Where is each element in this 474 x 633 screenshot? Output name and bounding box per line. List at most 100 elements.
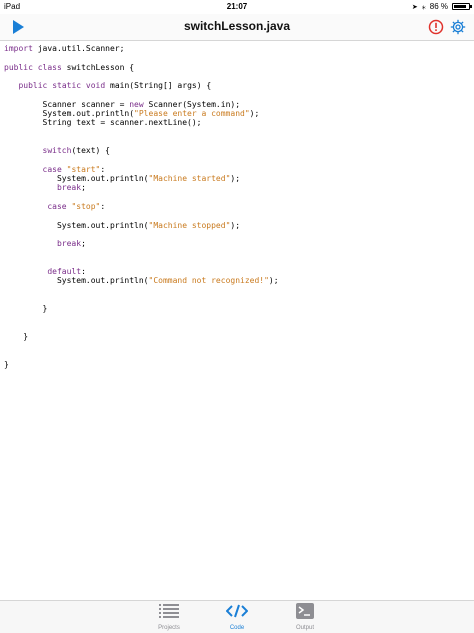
code-line[interactable]: break; bbox=[4, 239, 474, 248]
code-line[interactable]: import java.util.Scanner; bbox=[4, 44, 474, 53]
code-line[interactable] bbox=[4, 156, 474, 165]
code-token: java.util.Scanner; bbox=[32, 44, 125, 53]
code-line[interactable] bbox=[4, 314, 474, 323]
tab-code[interactable]: Code bbox=[212, 603, 262, 631]
code-line[interactable] bbox=[4, 137, 474, 146]
code-keyword: new bbox=[129, 99, 144, 109]
clock: 21:07 bbox=[226, 2, 248, 11]
code-line[interactable] bbox=[4, 211, 474, 220]
code-token: } bbox=[4, 304, 48, 314]
code-line[interactable]: System.out.println("Machine started"); bbox=[4, 174, 474, 183]
tab-output-label: Output bbox=[295, 625, 314, 631]
settings-button[interactable] bbox=[450, 19, 466, 35]
code-line[interactable] bbox=[4, 286, 474, 295]
code-line[interactable] bbox=[4, 258, 474, 267]
code-editor[interactable]: import java.util.Scanner; public class sw… bbox=[0, 41, 474, 599]
status-bar: iPad 21:07 ➤ ⁎ 86 % bbox=[0, 0, 474, 14]
code-text[interactable]: import java.util.Scanner; public class sw… bbox=[0, 41, 474, 369]
code-keyword: case bbox=[42, 164, 62, 174]
code-line[interactable] bbox=[4, 295, 474, 304]
code-token: : bbox=[81, 267, 86, 277]
code-keyword: break bbox=[56, 183, 82, 193]
code-string: "Machine stopped" bbox=[148, 220, 231, 230]
code-line[interactable]: } bbox=[4, 360, 474, 369]
battery-fill bbox=[454, 5, 467, 8]
battery-percent: 86 % bbox=[429, 2, 448, 11]
battery-icon bbox=[452, 3, 472, 10]
code-line[interactable]: String text = scanner.nextLine(); bbox=[4, 118, 474, 127]
code-string: "Machine started" bbox=[148, 174, 231, 184]
code-token: String text = scanner.nextLine(); bbox=[4, 118, 202, 128]
code-line[interactable]: public class switchLesson { bbox=[4, 63, 474, 72]
code-token: main(String[] args) { bbox=[105, 81, 212, 91]
code-token: System.out.println( bbox=[4, 276, 149, 286]
code-keyword: default bbox=[47, 267, 82, 277]
tab-projects-label: Projects bbox=[158, 625, 180, 631]
code-line[interactable] bbox=[4, 249, 474, 258]
file-title: switchLesson.java bbox=[183, 19, 291, 33]
code-icon bbox=[225, 604, 249, 618]
terminal-icon bbox=[296, 603, 314, 619]
code-line[interactable]: default: bbox=[4, 267, 474, 276]
code-token: System.out.println( bbox=[4, 174, 149, 184]
bluetooth-icon: ⁎ bbox=[421, 2, 426, 11]
code-keyword: import bbox=[4, 44, 33, 53]
gear-icon bbox=[450, 19, 466, 35]
code-line[interactable] bbox=[4, 128, 474, 137]
code-token: ); bbox=[230, 174, 241, 184]
code-line[interactable] bbox=[4, 323, 474, 332]
code-line[interactable]: case "stop": bbox=[4, 202, 474, 211]
code-token: : bbox=[100, 202, 106, 212]
code-line[interactable] bbox=[4, 72, 474, 81]
tab-code-label: Code bbox=[229, 625, 245, 631]
code-line[interactable]: switch(text) { bbox=[4, 146, 474, 155]
code-keyword: break bbox=[56, 239, 82, 249]
code-keyword: switch bbox=[42, 146, 72, 156]
code-line[interactable] bbox=[4, 193, 474, 202]
code-token: ); bbox=[230, 220, 241, 230]
code-keyword: static bbox=[52, 81, 82, 91]
code-line[interactable]: break; bbox=[4, 183, 474, 192]
code-keyword: public bbox=[4, 62, 33, 72]
code-line[interactable]: System.out.println("Please enter a comma… bbox=[4, 109, 474, 118]
code-line[interactable] bbox=[4, 342, 474, 351]
status-right: ➤ ⁎ 86 % bbox=[411, 2, 472, 11]
tab-output[interactable]: Output bbox=[280, 603, 330, 631]
code-line[interactable] bbox=[4, 230, 474, 239]
warning-icon bbox=[428, 19, 444, 35]
code-token: Scanner(System.in); bbox=[143, 99, 241, 109]
code-token: ; bbox=[81, 183, 86, 193]
location-icon: ➤ bbox=[411, 3, 418, 11]
code-line[interactable]: System.out.println("Machine stopped"); bbox=[4, 221, 474, 230]
code-string: "Please enter a command" bbox=[134, 109, 250, 119]
code-line[interactable] bbox=[4, 351, 474, 360]
code-token: switchLesson { bbox=[61, 62, 135, 72]
code-line[interactable]: case "start": bbox=[4, 165, 474, 174]
code-keyword: case bbox=[47, 202, 67, 212]
code-line[interactable] bbox=[4, 53, 474, 62]
tab-projects[interactable]: Projects bbox=[144, 603, 194, 631]
code-line[interactable]: public static void main(String[] args) { bbox=[4, 81, 474, 90]
code-string: "Command not recognized!" bbox=[148, 276, 269, 286]
code-line[interactable]: } bbox=[4, 304, 474, 313]
warning-button[interactable] bbox=[428, 19, 444, 35]
code-keyword: class bbox=[37, 62, 62, 72]
list-icon bbox=[159, 604, 179, 618]
code-line[interactable]: } bbox=[4, 332, 474, 341]
code-token: } bbox=[4, 360, 9, 370]
code-token: } bbox=[4, 332, 29, 342]
code-token: (text) { bbox=[71, 146, 110, 156]
code-token: ); bbox=[249, 109, 260, 119]
code-token: ; bbox=[81, 239, 86, 249]
code-line[interactable]: Scanner scanner = new Scanner(System.in)… bbox=[4, 100, 474, 109]
code-string: "start" bbox=[66, 164, 101, 174]
code-line[interactable]: System.out.println("Command not recogniz… bbox=[4, 276, 474, 285]
code-line[interactable] bbox=[4, 90, 474, 99]
code-token: System.out.println( bbox=[4, 220, 149, 230]
code-string: "stop" bbox=[71, 202, 101, 212]
